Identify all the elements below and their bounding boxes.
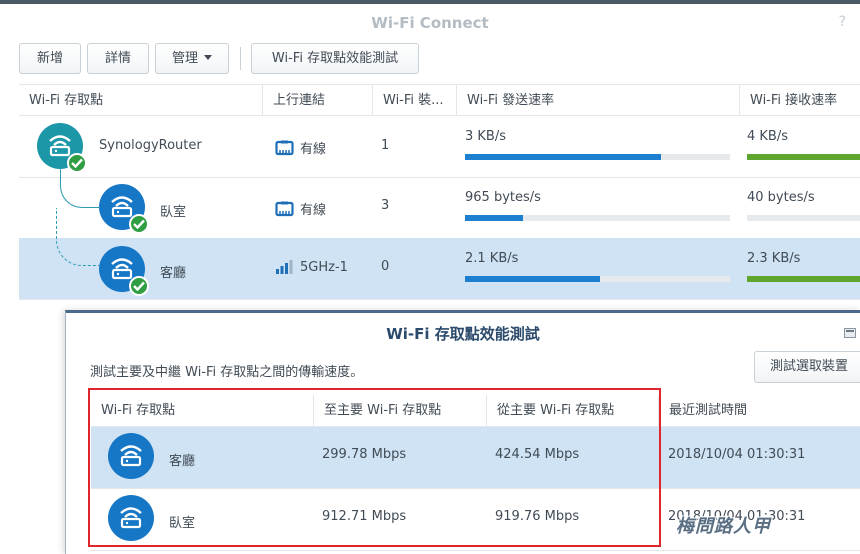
manage-label: 管理: [171, 51, 198, 66]
help-button[interactable]: ?: [839, 14, 846, 30]
col-header-tx-rate[interactable]: Wi-Fi 發送速率: [456, 85, 739, 116]
uplink-cell: 有線: [275, 138, 326, 160]
rx-rate-bar: [747, 215, 860, 221]
col-header-ap[interactable]: Wi-Fi 存取點: [19, 85, 262, 116]
wifi-perf-test-button[interactable]: Wi-Fi 存取點效能測試: [251, 43, 419, 74]
col-header-ap[interactable]: Wi-Fi 存取點: [91, 395, 313, 427]
perf-table-header: Wi-Fi 存取點 至主要 Wi-Fi 存取點 從主要 Wi-Fi 存取點 最近…: [91, 395, 860, 427]
uplink-cell: 5GHz-1: [275, 260, 348, 278]
check-icon: [129, 214, 149, 234]
access-point-icon: [99, 246, 149, 296]
col-header-rx-rate[interactable]: Wi-Fi 接收速率: [739, 85, 860, 116]
to-primary-speed: 299.78 Mbps: [322, 447, 407, 462]
add-button[interactable]: 新增: [19, 43, 81, 74]
col-header-devices[interactable]: Wi-Fi 裝...: [372, 85, 456, 116]
ap-name: 客廳: [160, 266, 187, 281]
uplink-label: 有線: [300, 142, 327, 157]
tx-rate: 3 KB/s: [465, 129, 506, 144]
wifi-signal-icon: [275, 260, 294, 278]
rx-rate: 40 bytes/s: [747, 190, 815, 205]
rx-rate-bar: [747, 154, 860, 160]
rx-rate-bar-fill: [747, 276, 860, 282]
device-count: 3: [381, 198, 390, 213]
col-header-uplink[interactable]: 上行連結: [262, 85, 372, 116]
ap-name: 客廳: [169, 454, 196, 469]
from-primary-speed: 919.76 Mbps: [495, 509, 580, 524]
ethernet-icon: [275, 201, 294, 221]
ethernet-icon: [275, 140, 294, 160]
chevron-down-icon: [204, 55, 212, 60]
toolbar-divider: [240, 47, 241, 70]
rx-rate: 2.3 KB/s: [747, 251, 801, 266]
device-count: 1: [381, 138, 390, 153]
uplink-label: 5GHz-1: [300, 260, 348, 275]
to-primary-speed: 912.71 Mbps: [322, 509, 407, 524]
access-point-icon: [108, 433, 154, 479]
tree-connector: [60, 166, 100, 208]
tree-connector-wireless: [56, 208, 100, 266]
manage-dropdown-button[interactable]: 管理: [155, 43, 229, 74]
rx-rate: 4 KB/s: [747, 129, 788, 144]
details-button[interactable]: 詳情: [87, 43, 149, 74]
col-header-from-primary[interactable]: 從主要 Wi-Fi 存取點: [486, 395, 658, 427]
ap-name: 臥室: [160, 205, 187, 220]
watermark: 梅問路人甲: [676, 516, 771, 537]
tx-rate-bar-fill: [465, 154, 662, 160]
last-test-time: 2018/10/04 01:30:31: [668, 447, 806, 462]
window-title: Wi-Fi Connect: [371, 14, 489, 32]
access-point-icon: [99, 184, 149, 234]
tx-rate-bar: [465, 276, 730, 282]
col-header-last-test[interactable]: 最近測試時間: [658, 395, 860, 427]
uplink-cell: 有線: [275, 199, 326, 221]
perf-row-living-room[interactable]: 客廳 299.78 Mbps 424.54 Mbps 2018/10/04 01…: [91, 427, 860, 489]
tx-rate-bar: [465, 154, 730, 160]
ap-row-synologyrouter[interactable]: SynologyRouter 有線 1 3 KB/s 4 KB/s: [19, 116, 860, 178]
rx-rate-bar-fill: [747, 154, 860, 160]
router-icon: [37, 123, 87, 173]
ap-row-bedroom[interactable]: 臥室 有線 3 965 bytes/s 40 bytes/s: [19, 177, 860, 239]
title-bar: Wi-Fi Connect ?: [0, 0, 860, 44]
col-header-to-primary[interactable]: 至主要 Wi-Fi 存取點: [313, 395, 486, 427]
dialog-description: 測試主要及中繼 Wi-Fi 存取點之間的傳輸速度。: [90, 365, 364, 380]
tx-rate-bar-fill: [465, 276, 601, 282]
test-selected-button[interactable]: 測試選取裝置: [754, 351, 860, 383]
tx-rate: 965 bytes/s: [465, 190, 541, 205]
ap-row-living-room[interactable]: 客廳 5GHz-1 0 2.1 KB/s 2.3 KB/s: [19, 238, 860, 300]
uplink-label: 有線: [300, 203, 327, 218]
tx-rate: 2.1 KB/s: [465, 251, 519, 266]
window-top-border: [0, 0, 860, 4]
tx-rate-bar-fill: [465, 215, 524, 221]
minimize-button[interactable]: [844, 328, 856, 338]
ap-table-header: Wi-Fi 存取點 上行連結 Wi-Fi 裝... Wi-Fi 發送速率 Wi-…: [19, 84, 860, 116]
tx-rate-bar: [465, 215, 730, 221]
from-primary-speed: 424.54 Mbps: [495, 447, 580, 462]
device-count: 0: [381, 259, 390, 274]
rx-rate-bar: [747, 276, 860, 282]
access-point-icon: [108, 495, 154, 541]
dialog-title: Wi-Fi 存取點效能測試: [386, 325, 540, 343]
ap-name: 臥室: [169, 516, 196, 531]
check-icon: [129, 276, 149, 296]
ap-name: SynologyRouter: [99, 138, 202, 153]
